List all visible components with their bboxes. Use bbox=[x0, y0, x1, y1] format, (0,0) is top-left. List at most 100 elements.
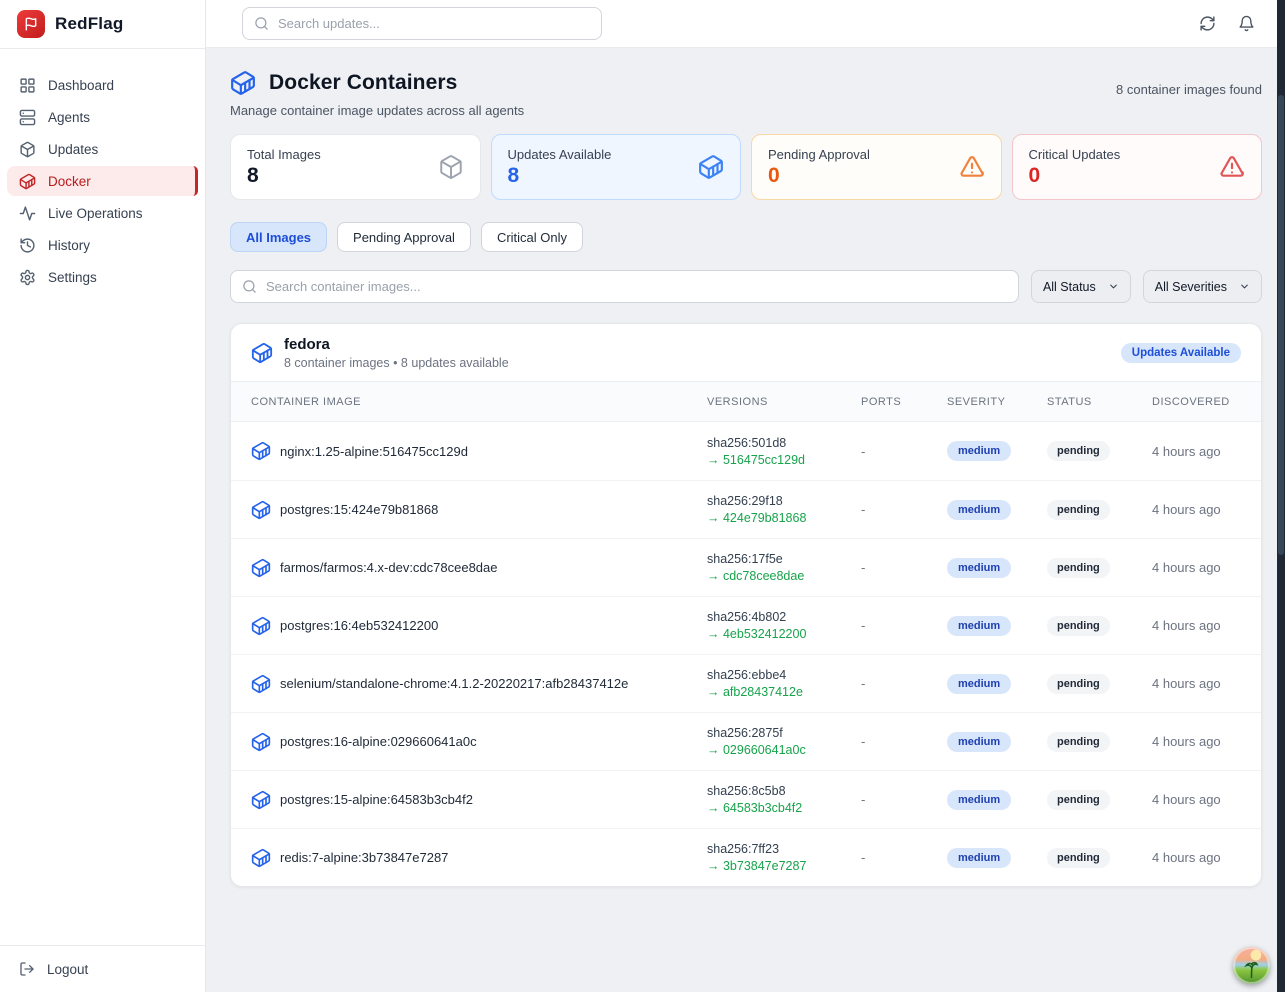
notifications-button[interactable] bbox=[1238, 15, 1255, 32]
page-title: Docker Containers bbox=[269, 71, 457, 95]
version-new: → 64583b3cb4f2 bbox=[707, 801, 861, 815]
container-icon bbox=[251, 790, 271, 810]
ports-value: - bbox=[861, 734, 947, 749]
severity-badge: medium bbox=[947, 441, 1011, 461]
sidebar-item-label: Updates bbox=[48, 142, 98, 157]
table-row[interactable]: nginx:1.25-alpine:516475cc129d sha256:50… bbox=[231, 422, 1261, 480]
table-row[interactable]: redis:7-alpine:3b73847e7287 sha256:7ff23… bbox=[231, 828, 1261, 886]
table-row[interactable]: postgres:15-alpine:64583b3cb4f2 sha256:8… bbox=[231, 770, 1261, 828]
status-badge: pending bbox=[1047, 790, 1110, 810]
sidebar-nav: Dashboard Agents Updates Docker Live Ope… bbox=[0, 49, 205, 945]
version-current: sha256:8c5b8 bbox=[707, 784, 861, 798]
alert-triangle-icon bbox=[1219, 154, 1245, 180]
sidebar-item-history[interactable]: History bbox=[7, 230, 198, 260]
container-image-name: selenium/standalone-chrome:4.1.2-2022021… bbox=[280, 676, 628, 691]
version-new: → 3b73847e7287 bbox=[707, 859, 861, 873]
island-widget-button[interactable] bbox=[1233, 947, 1270, 984]
container-icon bbox=[251, 342, 273, 364]
sidebar-footer: Logout bbox=[0, 945, 205, 992]
table-row[interactable]: postgres:15:424e79b81868 sha256:29f18 → … bbox=[231, 480, 1261, 538]
version-current: sha256:17f5e bbox=[707, 552, 861, 566]
global-search-input[interactable] bbox=[278, 16, 590, 31]
container-image-name: postgres:15-alpine:64583b3cb4f2 bbox=[280, 792, 473, 807]
ports-value: - bbox=[861, 560, 947, 575]
refresh-icon bbox=[1199, 15, 1216, 32]
redflag-logo bbox=[17, 10, 45, 38]
stat-card-total-images: Total Images 8 bbox=[230, 134, 481, 200]
filter-tabs: All Images Pending Approval Critical Onl… bbox=[230, 222, 1262, 252]
version-new: → 029660641a0c bbox=[707, 743, 861, 757]
search-icon bbox=[254, 16, 269, 31]
dashboard-icon bbox=[19, 77, 36, 94]
sidebar-item-live-operations[interactable]: Live Operations bbox=[7, 198, 198, 228]
version-new: → 424e79b81868 bbox=[707, 511, 861, 525]
scrollbar[interactable] bbox=[1277, 0, 1285, 992]
table-row[interactable]: farmos/farmos:4.x-dev:cdc78cee8dae sha25… bbox=[231, 538, 1261, 596]
discovered-value: 4 hours ago bbox=[1152, 850, 1241, 865]
flag-icon bbox=[24, 17, 38, 31]
logout-label: Logout bbox=[47, 962, 88, 977]
column-header-ports: Ports bbox=[861, 396, 947, 408]
ports-value: - bbox=[861, 676, 947, 691]
status-badge: pending bbox=[1047, 558, 1110, 578]
severity-filter-select[interactable]: All Severities bbox=[1143, 270, 1262, 303]
container-icon bbox=[251, 500, 271, 520]
main-area: Docker Containers Manage container image… bbox=[206, 0, 1285, 992]
column-header-status: Status bbox=[1047, 396, 1152, 408]
tab-pending-approval[interactable]: Pending Approval bbox=[337, 222, 471, 252]
settings-icon bbox=[19, 269, 36, 286]
discovered-value: 4 hours ago bbox=[1152, 560, 1241, 575]
version-current: sha256:ebbe4 bbox=[707, 668, 861, 682]
column-header-severity: Severity bbox=[947, 396, 1047, 408]
group-summary: 8 container images • 8 updates available bbox=[284, 356, 509, 370]
sidebar-item-label: History bbox=[48, 238, 90, 253]
page-header: Docker Containers Manage container image… bbox=[230, 70, 1262, 118]
discovered-value: 4 hours ago bbox=[1152, 618, 1241, 633]
refresh-button[interactable] bbox=[1199, 15, 1216, 32]
sidebar-item-dashboard[interactable]: Dashboard bbox=[7, 70, 198, 100]
severity-badge: medium bbox=[947, 500, 1011, 520]
version-current: sha256:7ff23 bbox=[707, 842, 861, 856]
table-row[interactable]: postgres:16-alpine:029660641a0c sha256:2… bbox=[231, 712, 1261, 770]
tab-all-images[interactable]: All Images bbox=[230, 222, 327, 252]
chevron-down-icon bbox=[1108, 281, 1119, 292]
topbar bbox=[206, 0, 1285, 48]
container-image-name: farmos/farmos:4.x-dev:cdc78cee8dae bbox=[280, 560, 498, 575]
brand-name: RedFlag bbox=[55, 14, 123, 34]
version-current: sha256:2875f bbox=[707, 726, 861, 740]
status-filter-value: All Status bbox=[1043, 280, 1096, 294]
group-name: fedora bbox=[284, 336, 509, 353]
sidebar-item-agents[interactable]: Agents bbox=[7, 102, 198, 132]
discovered-value: 4 hours ago bbox=[1152, 502, 1241, 517]
docker-containers-icon bbox=[230, 70, 256, 96]
ports-value: - bbox=[861, 502, 947, 517]
bell-icon bbox=[1238, 15, 1255, 32]
sidebar-item-label: Docker bbox=[48, 174, 91, 189]
sidebar-item-settings[interactable]: Settings bbox=[7, 262, 198, 292]
live-operations-icon bbox=[19, 205, 36, 222]
scrollbar-thumb[interactable] bbox=[1278, 95, 1284, 555]
table-row[interactable]: postgres:16:4eb532412200 sha256:4b802 → … bbox=[231, 596, 1261, 654]
stat-label: Updates Available bbox=[508, 147, 612, 162]
page-subtitle: Manage container image updates across al… bbox=[230, 103, 524, 118]
updates-available-badge: Updates Available bbox=[1121, 343, 1241, 363]
status-badge: pending bbox=[1047, 441, 1110, 461]
discovered-value: 4 hours ago bbox=[1152, 734, 1241, 749]
version-new: → 516475cc129d bbox=[707, 453, 861, 467]
sidebar-item-docker[interactable]: Docker bbox=[7, 166, 198, 196]
status-badge: pending bbox=[1047, 674, 1110, 694]
container-image-name: redis:7-alpine:3b73847e7287 bbox=[280, 850, 448, 865]
status-badge: pending bbox=[1047, 500, 1110, 520]
island-widget-icon bbox=[1241, 959, 1262, 980]
tab-critical-only[interactable]: Critical Only bbox=[481, 222, 583, 252]
logout-button[interactable]: Logout bbox=[19, 961, 88, 977]
stat-value: 0 bbox=[1029, 164, 1121, 187]
container-search bbox=[230, 270, 1019, 303]
container-search-input[interactable] bbox=[266, 279, 1007, 294]
status-filter-select[interactable]: All Status bbox=[1031, 270, 1131, 303]
table-row[interactable]: selenium/standalone-chrome:4.1.2-2022021… bbox=[231, 654, 1261, 712]
sidebar-item-updates[interactable]: Updates bbox=[7, 134, 198, 164]
stat-label: Pending Approval bbox=[768, 147, 870, 162]
discovered-value: 4 hours ago bbox=[1152, 792, 1241, 807]
stats-row: Total Images 8 Updates Available 8 Pendi… bbox=[230, 134, 1262, 200]
